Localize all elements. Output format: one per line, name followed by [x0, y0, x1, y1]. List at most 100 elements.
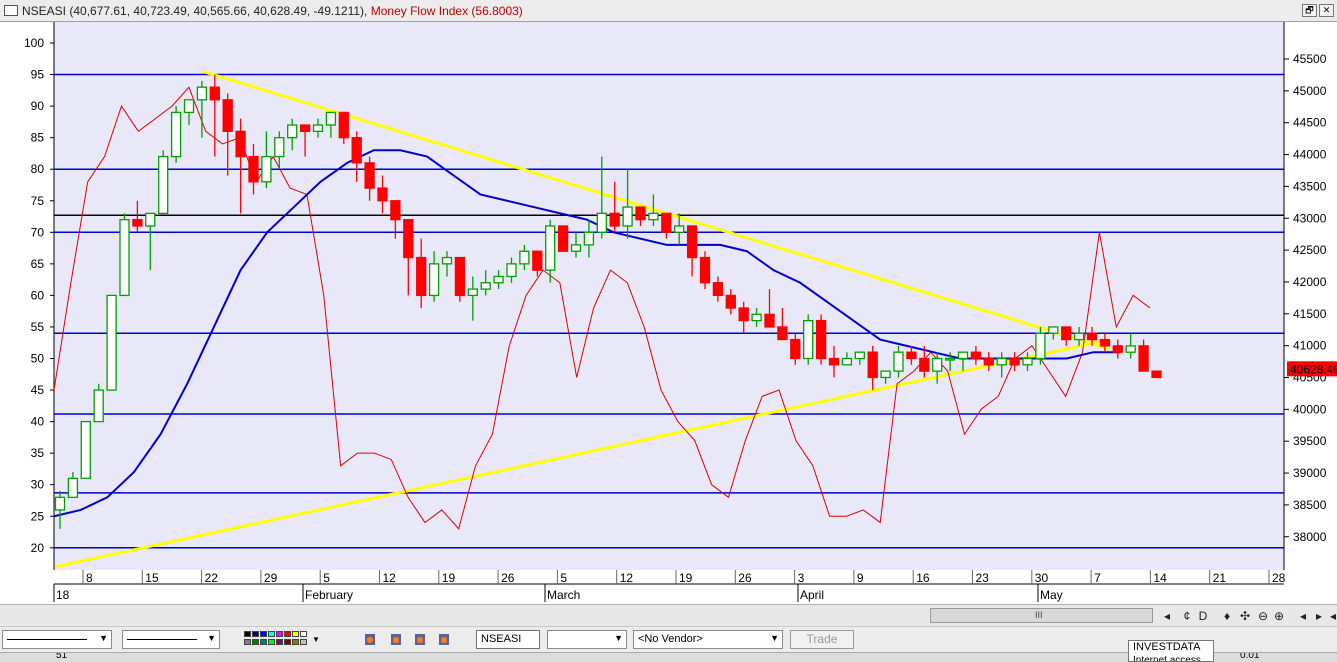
candle-body: [686, 225, 698, 259]
prev-icon[interactable]: ◂: [1296, 609, 1310, 623]
swatch-red[interactable]: [284, 631, 291, 637]
candle-body: [119, 219, 130, 297]
left-axis-label: 100: [24, 36, 44, 50]
month-label: March: [547, 588, 580, 602]
candle-body: [906, 351, 917, 360]
line-width-select[interactable]: ▼: [122, 630, 220, 649]
swatch-gray[interactable]: [244, 639, 251, 645]
candle-body: [519, 250, 530, 265]
swatch-yellow[interactable]: [292, 631, 299, 637]
swatch-blue[interactable]: [260, 631, 267, 637]
price-chart[interactable]: 10095908580757065605550454035302520 4550…: [0, 22, 1337, 604]
candle-body: [158, 155, 169, 215]
line-style-sample: [7, 639, 87, 640]
swatch-purple[interactable]: [276, 639, 283, 645]
swatch-olive[interactable]: [292, 639, 299, 645]
candle-body: [1151, 370, 1162, 379]
next-icon[interactable]: ▸: [1312, 609, 1326, 623]
tool-a-icon[interactable]: [364, 632, 376, 646]
candle-body: [596, 212, 607, 233]
chart-title-indicator: Money Flow Index (56.8003): [370, 4, 523, 18]
candle-body: [1073, 332, 1085, 341]
swatch-black[interactable]: [244, 631, 251, 637]
date-label: 5: [560, 571, 567, 585]
candle-body: [893, 351, 904, 372]
date-label: 26: [501, 571, 515, 585]
horizontal-scrollbar[interactable]: III: [930, 608, 1153, 623]
chevron-down-icon: ▼: [614, 633, 623, 643]
left-axis-label: 80: [31, 162, 45, 176]
tool-b-icon[interactable]: [390, 632, 402, 646]
tool-d-icon[interactable]: [438, 632, 450, 646]
candle-body: [557, 225, 569, 252]
chevron-down-icon: ▼: [770, 633, 779, 643]
restore-button[interactable]: 🗗: [1302, 4, 1317, 17]
last-price-text: 40628.49: [1290, 362, 1337, 376]
candle-body: [467, 288, 478, 297]
zoom-out-icon[interactable]: ⊖: [1256, 609, 1270, 623]
zoom-in-icon[interactable]: ⊕: [1272, 609, 1286, 623]
chart-scroll-toolbar: III ◂ ¢ D ♦ ✣ ⊖ ⊕ ◂ ▸ ◂: [0, 604, 1337, 626]
left-axis-label: 55: [31, 320, 45, 334]
last-price-marker: 40628.49: [1287, 361, 1337, 377]
candle-body: [274, 137, 285, 158]
cent-icon[interactable]: ¢: [1180, 609, 1194, 623]
candle-body: [54, 496, 66, 511]
date-label: 28: [1272, 571, 1286, 585]
swatch-green[interactable]: [252, 639, 259, 645]
candle-body: [919, 357, 930, 372]
date-axis: 8 15 22 29 5 12 19 26 5 12 19 26 3 9 16 23 30 7 14 21 28 18 Fe…: [53, 570, 1286, 604]
trade-button[interactable]: Trade: [790, 630, 854, 649]
line-style-select[interactable]: ▼: [2, 630, 112, 649]
date-label: 29: [264, 571, 278, 585]
right-axis-label: 39500: [1293, 434, 1327, 448]
candle-body: [1125, 345, 1136, 353]
candle-body: [648, 212, 659, 221]
right-axis-label: 44000: [1293, 148, 1327, 162]
month-label: 18: [56, 588, 70, 602]
swatch-magenta[interactable]: [276, 631, 283, 637]
swatch-teal[interactable]: [260, 639, 267, 645]
chevron-down-icon[interactable]: ▼: [312, 635, 320, 644]
diamond-icon[interactable]: ♦: [1220, 609, 1234, 623]
scroll-left-icon[interactable]: ◂: [1160, 609, 1174, 623]
symbol-input[interactable]: NSEASI: [476, 630, 540, 649]
color-palette[interactable]: ▼: [244, 631, 324, 647]
swatch-lime[interactable]: [268, 639, 275, 645]
period-select[interactable]: ▼: [547, 630, 627, 649]
candle-body: [957, 351, 969, 360]
candle-body: [261, 155, 272, 183]
swatch-cyan[interactable]: [268, 631, 275, 637]
candle-body: [325, 111, 337, 126]
candle-body: [815, 319, 827, 360]
status-left-text: 51: [56, 652, 68, 661]
swatch-white[interactable]: [300, 631, 307, 637]
tool-c-icon[interactable]: [414, 632, 426, 646]
date-label: 7: [1094, 571, 1101, 585]
candle-body: [170, 111, 182, 158]
end-icon[interactable]: ◂: [1326, 609, 1337, 623]
candle-body: [1022, 357, 1033, 366]
swatch-maroon[interactable]: [284, 639, 291, 645]
candle-body: [364, 162, 375, 189]
right-axis-label: 38000: [1293, 530, 1327, 544]
move-icon[interactable]: ✣: [1238, 609, 1252, 623]
investdata-popup[interactable]: INVESTDATA Internet access: [1128, 640, 1214, 662]
left-axis-label: 70: [31, 225, 45, 239]
candle-body: [209, 86, 220, 101]
scroll-grip[interactable]: III: [1035, 610, 1043, 620]
swatch-silver[interactable]: [300, 639, 307, 645]
date-label: 3: [798, 571, 805, 585]
left-axis-label: 50: [31, 352, 45, 366]
plot-area[interactable]: [54, 22, 1284, 570]
vendor-select[interactable]: <No Vendor> ▼: [633, 630, 783, 649]
close-button[interactable]: ✕: [1319, 4, 1334, 17]
candle-body: [661, 212, 672, 233]
candle-body: [932, 357, 943, 372]
candle-body: [403, 219, 414, 259]
candle-body: [196, 86, 208, 101]
d-icon[interactable]: D: [1196, 609, 1210, 623]
candle-body: [635, 206, 646, 221]
swatch-navy[interactable]: [252, 631, 259, 637]
candle-body: [299, 124, 311, 132]
